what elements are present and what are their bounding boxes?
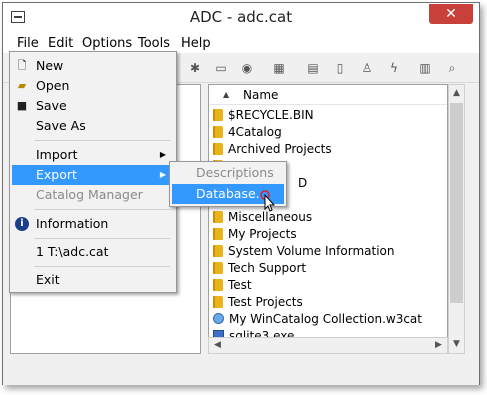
menu-item-save-as[interactable]: Save As [12,116,174,136]
grid-view-icon[interactable]: ▥ [417,61,433,75]
new-file-icon: 🗋 [17,59,27,72]
scroll-up-icon[interactable]: ▲ [449,85,464,102]
menu-item-information[interactable]: i Information [12,214,174,234]
drive-icon[interactable]: ▭ [213,61,229,75]
window-title: ADC - adc.cat [189,8,293,26]
file-list[interactable]: ▲ Name $RECYCLE.BIN 4Catalog Archived Pr… [208,84,448,354]
menu-item-new[interactable]: 🗋 New [12,56,174,76]
list-item[interactable]: Test Projects [213,295,443,312]
menu-item-recent-file[interactable]: 1 T:\adc.cat [12,242,174,262]
users-icon[interactable]: ♙ [359,61,375,75]
title-bar: ADC - adc.cat ✕ [3,3,479,33]
properties-icon[interactable]: ▤ [305,61,321,75]
menu-file[interactable]: File [17,36,39,51]
menu-edit[interactable]: Edit [48,36,73,51]
menu-item-save[interactable]: ■ Save [12,96,174,116]
list-item[interactable]: Miscellaneous [213,210,443,227]
folder-icon [213,245,223,257]
cursor-arrow-icon [260,190,276,212]
submenu-arrow-icon: ▶ [159,150,166,159]
status-bar [3,361,479,385]
folder-icon [213,143,223,155]
list-item[interactable]: $RECYCLE.BIN [213,108,443,125]
folder-icon [213,262,223,274]
scroll-right-icon[interactable]: ▶ [430,338,447,353]
folder-icon [213,279,223,291]
folder-icon [213,109,223,121]
menu-separator [34,266,170,267]
close-button[interactable]: ✕ [429,4,473,24]
open-folder-icon: ▰ [17,79,27,92]
lightning-icon[interactable]: ϟ [386,61,402,75]
scroll-left-icon[interactable]: ◀ [209,338,226,353]
submenu-item-descriptions[interactable]: Descriptions [172,163,284,183]
scroll-down-icon[interactable]: ▼ [449,336,464,353]
file-menu: 🗋 New ▰ Open ■ Save Save As Import ▶ Exp… [9,51,177,293]
sort-up-icon: ▲ [223,90,230,99]
catalog-file-icon [213,313,224,324]
list-item[interactable]: System Volume Information [213,244,443,261]
folder-icon [213,296,223,308]
menu-separator [34,140,170,141]
menu-separator [34,209,170,210]
menu-item-export[interactable]: Export ▶ [12,165,174,185]
list-item[interactable]: My WinCatalog Collection.w3cat [213,312,443,329]
add-disk-icon[interactable]: ✱ [187,61,203,75]
menu-item-exit[interactable]: Exit [12,270,174,290]
menu-item-open[interactable]: ▰ Open [12,76,174,96]
list-item[interactable]: Tech Support [213,261,443,278]
label-icon[interactable]: ▯ [332,61,348,75]
menu-help[interactable]: Help [181,36,211,51]
disc-icon[interactable]: ◉ [239,61,255,75]
menu-options[interactable]: Options [82,36,132,51]
folder-icon [213,228,223,240]
vertical-scrollbar[interactable]: ▲ ▼ [448,84,465,354]
scroll-thumb[interactable] [450,103,463,303]
list-item[interactable]: My Projects [213,227,443,244]
list-item[interactable]: 4Catalog [213,125,443,142]
save-disk-icon: ■ [16,99,28,112]
list-header[interactable]: ▲ Name [209,85,447,105]
horizontal-scrollbar[interactable]: ◀ ▶ [208,337,448,354]
submenu-arrow-icon: ▶ [159,170,166,179]
lock-icon[interactable]: ▦ [271,61,287,75]
menu-item-import[interactable]: Import ▶ [12,145,174,165]
menu-item-catalog-manager[interactable]: Catalog Manager [12,185,174,205]
info-icon: i [15,217,29,231]
menu-bar: File Edit Options Tools Help [3,33,479,53]
folder-icon [213,211,223,223]
list-item[interactable]: Archived Projects [213,142,443,159]
menu-separator [34,238,170,239]
menu-tools[interactable]: Tools [138,36,170,51]
column-name[interactable]: Name [243,88,278,102]
list-item[interactable]: Test [213,278,443,295]
folder-icon [213,126,223,138]
search-icon[interactable]: ⌕ [444,61,460,75]
